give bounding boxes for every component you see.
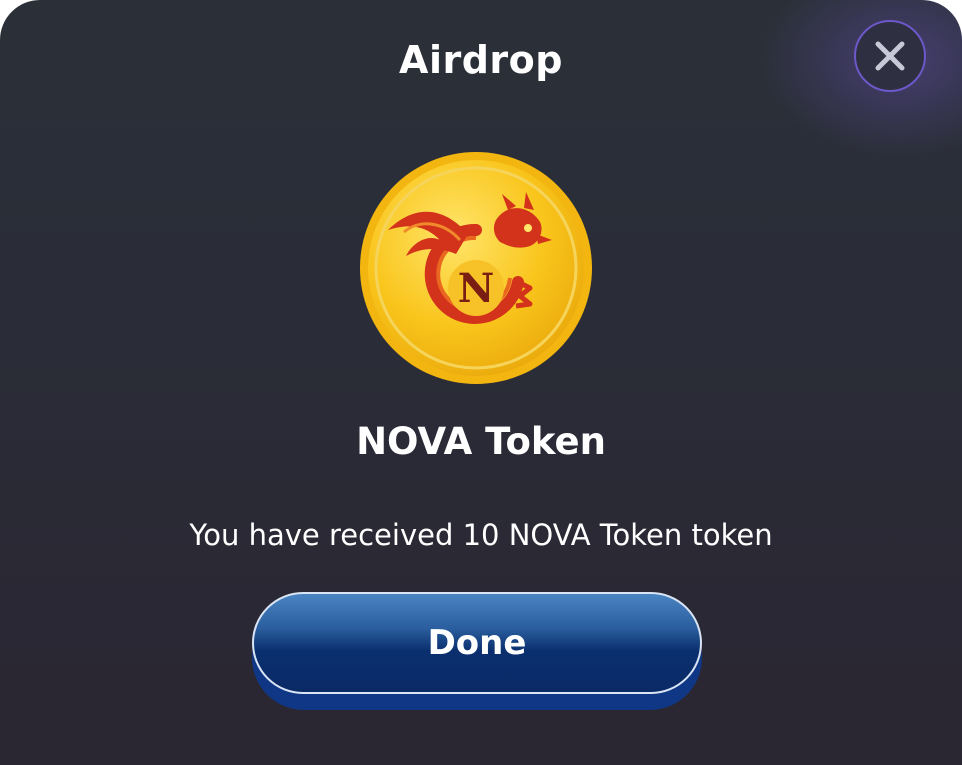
done-button-wrapper: Done [252, 592, 702, 710]
done-button[interactable]: Done [252, 592, 702, 694]
nova-token-coin-icon: N [358, 150, 594, 386]
airdrop-dialog: Airdrop N NOVA Token You have received 1… [0, 0, 962, 765]
svg-text:N: N [458, 265, 495, 312]
received-message: You have received 10 NOVA Token token [189, 518, 773, 552]
close-icon [873, 39, 907, 73]
token-name: NOVA Token [356, 420, 606, 463]
dialog-title: Airdrop [399, 38, 563, 82]
close-button[interactable] [854, 20, 926, 92]
